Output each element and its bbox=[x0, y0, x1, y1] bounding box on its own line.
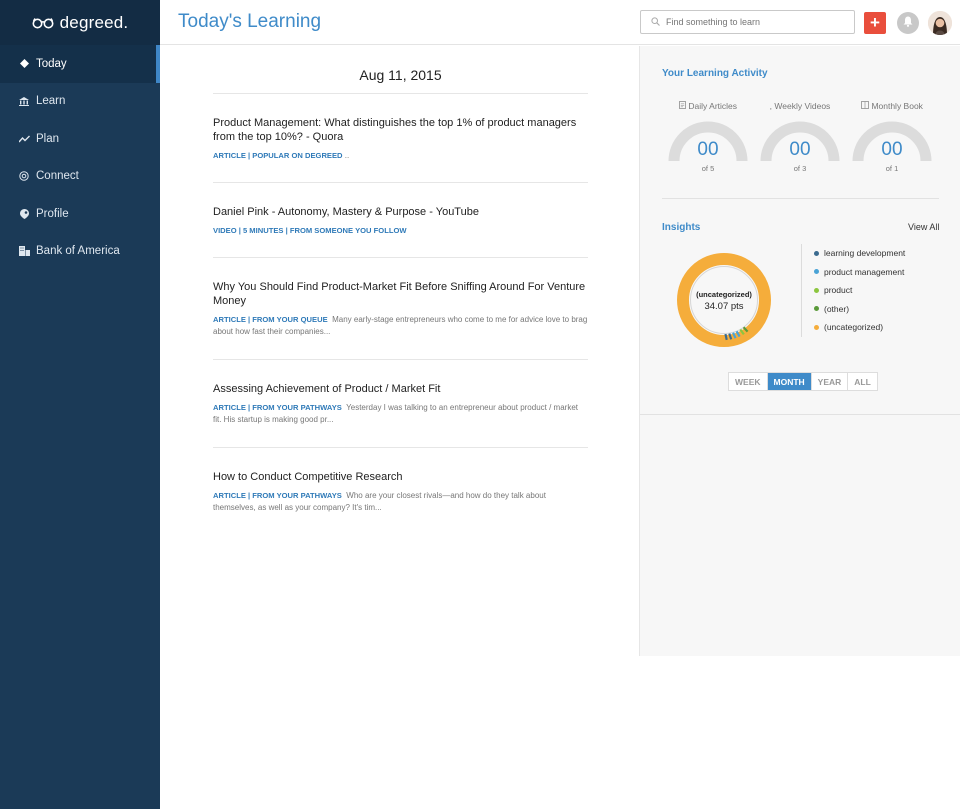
donut-center: (uncategorized) 34.07 pts bbox=[674, 290, 774, 312]
gauge-value: 00 bbox=[697, 139, 719, 160]
logo-text: degreed. bbox=[59, 12, 129, 32]
gauge-target: of 5 bbox=[701, 164, 715, 173]
feed-item-tags[interactable]: ARTICLE | FROM YOUR QUEUE bbox=[213, 315, 328, 324]
feed-item[interactable]: How to Conduct Competitive Research ARTI… bbox=[213, 448, 588, 528]
sidebar-item-label: Profile bbox=[36, 207, 69, 220]
book-icon bbox=[861, 101, 870, 111]
trend-icon bbox=[18, 135, 30, 143]
search-box[interactable] bbox=[640, 10, 855, 34]
legend-dot bbox=[814, 269, 819, 275]
range-year-button[interactable]: YEAR bbox=[812, 373, 849, 390]
feed-item-meta: VIDEO | 5 MINUTES | FROM SOMEONE YOU FOL… bbox=[213, 225, 588, 237]
avatar[interactable] bbox=[928, 11, 952, 35]
legend-item[interactable]: (other) bbox=[814, 300, 941, 319]
feed-item-tags[interactable]: VIDEO | 5 MINUTES | FROM SOMEONE YOU FOL… bbox=[213, 226, 407, 235]
sidebar: degreed. Today Learn Plan Connect Profil… bbox=[0, 0, 160, 809]
bell-icon bbox=[903, 14, 913, 32]
feed-item-meta: ARTICLE | FROM YOUR PATHWAYS Who are you… bbox=[213, 490, 588, 514]
gauge-arc: 00 of 1 bbox=[852, 119, 932, 173]
gauge-target: of 3 bbox=[793, 164, 807, 173]
document-icon bbox=[679, 101, 686, 111]
learning-activity-title: Your Learning Activity bbox=[662, 68, 768, 79]
feed-item[interactable]: Daniel Pink - Autonomy, Mastery & Purpos… bbox=[213, 183, 588, 258]
feed-item-snippet: .. bbox=[344, 151, 350, 160]
sidebar-item-learn[interactable]: Learn bbox=[0, 83, 160, 121]
sidebar-item-label: Bank of America bbox=[36, 245, 120, 258]
gauge-weekly-videos[interactable]: , Weekly Videos 00 of 3 bbox=[760, 101, 840, 173]
legend-item[interactable]: product bbox=[814, 281, 941, 300]
insights-title: Insights bbox=[662, 222, 701, 233]
legend-item[interactable]: product management bbox=[814, 263, 941, 282]
feed-item-tags[interactable]: ARTICLE | FROM YOUR PATHWAYS bbox=[213, 403, 342, 412]
sidebar-item-connect[interactable]: Connect bbox=[0, 158, 160, 196]
feed-date: Aug 11, 2015 bbox=[213, 46, 588, 94]
at-icon bbox=[18, 171, 30, 181]
feed-item-title[interactable]: Assessing Achievement of Product / Marke… bbox=[213, 382, 588, 396]
feed-item[interactable]: Product Management: What distinguishes t… bbox=[213, 94, 588, 183]
donut-center-category: (uncategorized) bbox=[696, 290, 752, 299]
legend-dot bbox=[814, 250, 819, 256]
notifications-button[interactable] bbox=[897, 12, 919, 34]
sidebar-item-label: Plan bbox=[36, 132, 60, 145]
search-input[interactable] bbox=[666, 17, 846, 27]
gauge-monthly-book[interactable]: Monthly Book 00 of 1 bbox=[852, 101, 932, 173]
gauge-label: Daily Articles bbox=[668, 101, 748, 111]
glasses-icon bbox=[32, 17, 54, 29]
sidebar-item-label: Connect bbox=[36, 170, 79, 183]
gauge-value: 00 bbox=[881, 139, 903, 160]
gauge-arc: 00 of 3 bbox=[760, 119, 840, 173]
view-all-link[interactable]: View All bbox=[908, 222, 939, 232]
feed-item[interactable]: Why You Should Find Product-Market Fit B… bbox=[213, 258, 588, 360]
gauge-target: of 1 bbox=[885, 164, 899, 173]
diamond-icon bbox=[18, 59, 30, 69]
building-icon bbox=[18, 246, 30, 257]
sidebar-item-label: Today bbox=[36, 57, 67, 70]
gauge-value: 00 bbox=[789, 139, 811, 160]
sidebar-item-bank-of-america[interactable]: Bank of America bbox=[0, 233, 160, 271]
search-icon bbox=[651, 13, 660, 31]
feed-item-title[interactable]: Why You Should Find Product-Market Fit B… bbox=[213, 280, 588, 308]
sidebar-item-label: Learn bbox=[36, 95, 66, 108]
feed-item-title[interactable]: Product Management: What distinguishes t… bbox=[213, 116, 588, 144]
sidebar-item-profile[interactable]: Profile bbox=[0, 195, 160, 233]
divider bbox=[640, 414, 960, 415]
sidebar-item-today[interactable]: Today bbox=[0, 45, 160, 83]
feed-item[interactable]: Assessing Achievement of Product / Marke… bbox=[213, 360, 588, 448]
feed-item-meta: ARTICLE | FROM YOUR PATHWAYS Yesterday I… bbox=[213, 402, 588, 426]
insights-legend: learning development product management … bbox=[801, 244, 941, 337]
plus-icon: + bbox=[870, 13, 880, 32]
donut-center-points: 34.07 pts bbox=[704, 301, 744, 312]
feed-item-tags[interactable]: ARTICLE | POPULAR ON DEGREED bbox=[213, 151, 343, 160]
divider bbox=[662, 198, 939, 199]
time-range-selector: WEEK MONTH YEAR ALL bbox=[728, 372, 878, 391]
legend-dot bbox=[814, 287, 819, 293]
legend-item[interactable]: learning development bbox=[814, 244, 941, 263]
feed-item-title[interactable]: How to Conduct Competitive Research bbox=[213, 470, 588, 484]
gauge-label: Monthly Book bbox=[852, 101, 932, 111]
gauge-arc: 00 of 5 bbox=[668, 119, 748, 173]
sidebar-item-plan[interactable]: Plan bbox=[0, 120, 160, 158]
legend-dot bbox=[814, 306, 819, 312]
feed-item-tags[interactable]: ARTICLE | FROM YOUR PATHWAYS bbox=[213, 491, 342, 500]
range-month-button[interactable]: MONTH bbox=[767, 373, 812, 390]
bank-icon bbox=[18, 96, 30, 106]
add-button[interactable]: + bbox=[864, 12, 886, 34]
range-all-button[interactable]: ALL bbox=[848, 373, 877, 390]
legend-dot bbox=[814, 324, 819, 330]
right-panel: Your Learning Activity Daily Articles 00… bbox=[639, 46, 960, 656]
gauge-daily-articles[interactable]: Daily Articles 00 of 5 bbox=[668, 101, 748, 173]
feed-item-meta: ARTICLE | POPULAR ON DEGREED .. bbox=[213, 150, 588, 162]
profile-icon bbox=[18, 208, 30, 219]
feed-item-title[interactable]: Daniel Pink - Autonomy, Mastery & Purpos… bbox=[213, 205, 588, 219]
header: Today's Learning + bbox=[160, 0, 960, 45]
feed: Aug 11, 2015 Product Management: What di… bbox=[213, 46, 588, 528]
page-title: Today's Learning bbox=[178, 11, 322, 32]
feed-item-meta: ARTICLE | FROM YOUR QUEUE Many early-sta… bbox=[213, 314, 588, 338]
logo[interactable]: degreed. bbox=[0, 0, 160, 45]
range-week-button[interactable]: WEEK bbox=[729, 373, 768, 390]
legend-item[interactable]: (uncategorized) bbox=[814, 318, 941, 337]
gauge-label: , Weekly Videos bbox=[769, 101, 831, 111]
